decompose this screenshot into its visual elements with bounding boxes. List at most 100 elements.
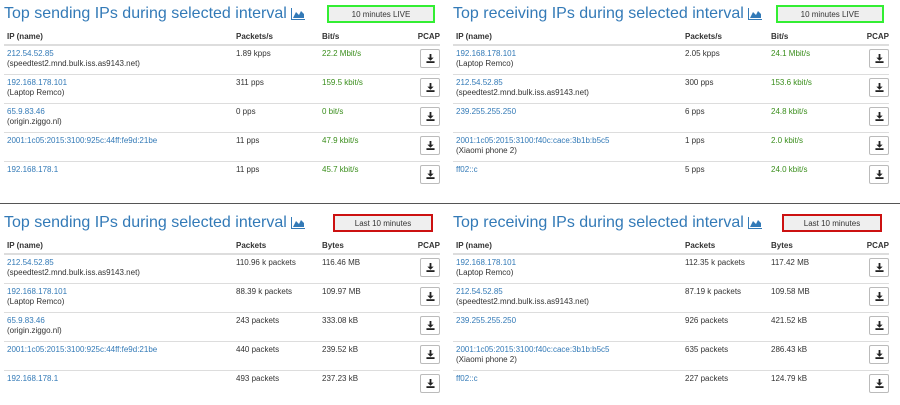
pcap-download-button[interactable] (869, 373, 889, 393)
ip-link[interactable]: 239.255.255.250 (456, 316, 685, 325)
ip-link[interactable]: 192.168.178.1 (7, 165, 236, 174)
pcap-download-button[interactable] (420, 49, 440, 68)
ip-link[interactable]: 2001:1c05:2015:3100:f40c:cace:3b1b:b5c5 (456, 345, 685, 354)
pcap-cell (406, 74, 440, 104)
download-icon (425, 111, 435, 123)
table-row: ff02::c 227 packets 124.79 kB (453, 370, 889, 399)
ip-table: IP (name) Packets/s Bit/s PCAP 192.168.1… (453, 28, 889, 190)
ip-cell: 65.9.83.46 (origin.ziggo.nl) (4, 312, 236, 342)
ip-link[interactable]: 212.54.52.85 (7, 258, 236, 267)
packets-value: 635 packets (685, 341, 771, 371)
table-row: 65.9.83.46 (origin.ziggo.nl) 0 pps 0 bit… (4, 103, 440, 133)
pcap-download-button[interactable] (420, 373, 440, 393)
pcap-download-button[interactable] (869, 77, 889, 97)
pcap-download-button[interactable] (420, 164, 440, 184)
pcap-download-button[interactable] (420, 344, 440, 364)
ip-cell: 2001:1c05:2015:3100:925c:44ff:fe9d:21be (4, 132, 236, 162)
column-header-pcap: PCAP (855, 237, 889, 255)
area-chart-icon[interactable] (747, 7, 762, 25)
ip-cell: 192.168.178.101 (Laptop Remco) (4, 74, 236, 104)
bitrate-value: 159.5 kbit/s (322, 74, 406, 104)
area-chart-icon[interactable] (747, 216, 762, 234)
pcap-cell (855, 254, 889, 284)
ip-link[interactable]: 65.9.83.46 (7, 107, 236, 116)
column-header-ip: IP (name) (453, 237, 685, 255)
pcap-download-button[interactable] (420, 315, 440, 335)
ip-link[interactable]: 192.168.178.101 (7, 78, 236, 87)
interval-badge[interactable]: Last 10 minutes (333, 214, 433, 232)
pcap-cell (855, 312, 889, 342)
bitrate-value: 22.2 Mbit/s (322, 45, 406, 75)
column-header-bits: Bit/s (322, 28, 406, 46)
ip-link[interactable]: 2001:1c05:2015:3100:925c:44ff:fe9d:21be (7, 345, 236, 354)
ip-link[interactable]: ff02::c (456, 165, 685, 174)
panel-title: Top receiving IPs during selected interv… (453, 214, 762, 234)
ip-table: IP (name) Packets/s Bit/s PCAP 212.54.52… (4, 28, 440, 190)
pcap-download-button[interactable] (869, 315, 889, 335)
column-header-packets: Packets (236, 237, 322, 255)
hostname: (speedtest2.mnd.bulk.iss.as9143.net) (7, 268, 140, 277)
pcap-cell (855, 161, 889, 190)
ip-cell: 192.168.178.101 (Laptop Remco) (453, 254, 685, 284)
area-chart-icon[interactable] (290, 216, 305, 234)
download-icon (874, 82, 884, 94)
pcap-download-button[interactable] (420, 286, 440, 306)
pcap-download-button[interactable] (420, 77, 440, 97)
ip-link[interactable]: 2001:1c05:2015:3100:925c:44ff:fe9d:21be (7, 136, 236, 145)
pcap-download-button[interactable] (420, 106, 440, 126)
panel-header: Top sending IPs during selected interval… (4, 211, 440, 237)
packets-value: 227 packets (685, 373, 729, 383)
table-header-row: IP (name) Packets Bytes PCAP (453, 237, 889, 255)
hostname: (speedtest2.mnd.bulk.iss.as9143.net) (456, 87, 589, 97)
download-icon (425, 169, 435, 181)
area-chart-icon[interactable] (290, 7, 305, 25)
column-header-pcap: PCAP (406, 28, 440, 46)
bytes-value: 286.43 kB (771, 341, 855, 371)
packets-value: 243 packets (236, 312, 322, 342)
ip-link[interactable]: 192.168.178.101 (7, 287, 236, 296)
packets-value: 11 pps (236, 132, 322, 162)
download-icon (874, 263, 884, 274)
hostname: (speedtest2.mnd.bulk.iss.as9143.net) (7, 59, 140, 68)
pcap-download-button[interactable] (420, 135, 440, 155)
packets-value: 440 packets (236, 341, 322, 371)
bytes-value: 237.23 kB (322, 373, 359, 383)
pcap-download-button[interactable] (869, 135, 889, 155)
pcap-download-button[interactable] (869, 344, 889, 364)
panel-top-sending-last: Top sending IPs during selected interval… (4, 211, 440, 399)
ip-link[interactable]: 2001:1c05:2015:3100:f40c:cace:3b1b:b5c5 (456, 136, 685, 145)
panel-title-text: Top receiving IPs during selected interv… (453, 5, 744, 22)
pcap-download-button[interactable] (869, 258, 889, 277)
ip-cell: 2001:1c05:2015:3100:925c:44ff:fe9d:21be (4, 341, 236, 371)
interval-badge[interactable]: 10 minutes LIVE (776, 5, 884, 23)
ip-link[interactable]: 192.168.178.101 (456, 49, 685, 58)
ip-link[interactable]: 212.54.52.85 (456, 287, 685, 296)
packets-value: 0 pps (236, 103, 322, 133)
ip-link[interactable]: 212.54.52.85 (456, 78, 685, 87)
pcap-download-button[interactable] (869, 164, 889, 184)
ip-link[interactable]: 212.54.52.85 (7, 49, 236, 58)
ip-cell: 2001:1c05:2015:3100:f40c:cace:3b1b:b5c5 … (453, 132, 685, 162)
table-row: ff02::c 5 pps 24.0 kbit/s (453, 161, 889, 190)
pcap-cell (855, 283, 889, 313)
ip-cell: 212.54.52.85 (speedtest2.mnd.bulk.iss.as… (453, 283, 685, 313)
pcap-cell (406, 312, 440, 342)
pcap-download-button[interactable] (420, 258, 440, 277)
download-icon (874, 320, 884, 332)
ip-link[interactable]: 192.168.178.101 (456, 258, 685, 267)
interval-badge[interactable]: Last 10 minutes (782, 214, 882, 232)
ip-link[interactable]: ff02::c (456, 374, 685, 383)
panel-header: Top receiving IPs during selected interv… (453, 2, 889, 28)
interval-badge[interactable]: 10 minutes LIVE (327, 5, 435, 23)
column-header-bits: Bit/s (771, 28, 855, 46)
pcap-download-button[interactable] (869, 106, 889, 126)
packets-value: 493 packets (236, 373, 280, 383)
ip-link[interactable]: 192.168.178.1 (7, 374, 236, 383)
pcap-download-button[interactable] (869, 286, 889, 306)
hostname: (Laptop Remco) (7, 296, 65, 306)
ip-link[interactable]: 239.255.255.250 (456, 107, 685, 116)
bytes-value: 421.52 kB (771, 312, 855, 342)
ip-link[interactable]: 65.9.83.46 (7, 316, 236, 325)
pcap-download-button[interactable] (869, 49, 889, 68)
download-icon (874, 349, 884, 361)
